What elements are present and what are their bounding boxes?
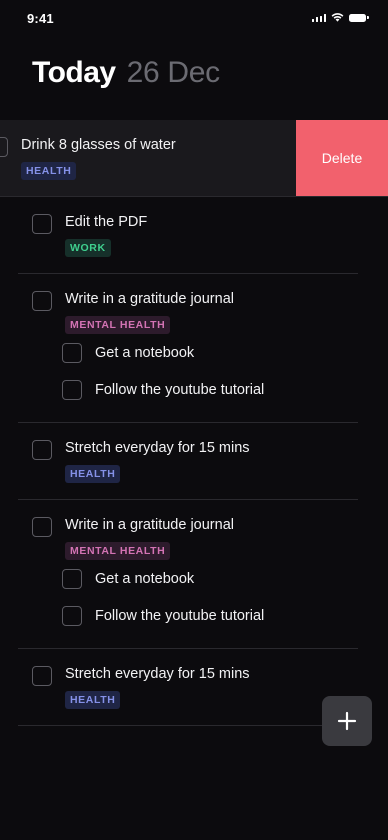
page-header: Today 26 Dec <box>32 56 220 90</box>
task-main: Stretch everyday for 15 mins HEALTH <box>18 423 358 499</box>
page-date: 26 Dec <box>126 56 221 89</box>
task-title: Write in a gratitude journal <box>65 517 234 533</box>
task-item[interactable]: Stretch everyday for 15 mins HEALTH <box>18 423 358 500</box>
task-item[interactable]: Write in a gratitude journal MENTAL HEAL… <box>18 274 358 423</box>
task-main: Edit the PDF WORK <box>18 197 358 273</box>
task-checkbox[interactable] <box>32 291 52 311</box>
delete-button[interactable]: Delete <box>296 120 388 196</box>
subtask-checkbox[interactable] <box>62 569 82 589</box>
task-tag: HEALTH <box>21 162 77 180</box>
task-item[interactable]: Edit the PDF WORK <box>18 197 358 274</box>
page-title: Today <box>32 56 116 89</box>
task-tag: MENTAL HEALTH <box>65 316 171 334</box>
subtask-list: Get a notebook Follow the youtube tutori… <box>18 336 358 422</box>
task-item[interactable]: Write in a gratitude journal MENTAL HEAL… <box>18 500 358 649</box>
signal-icon <box>311 13 326 22</box>
wifi-icon <box>331 13 344 22</box>
swiped-task-row[interactable]: Drink 8 glasses of water HEALTH Delete <box>0 120 388 196</box>
subtask-title: Get a notebook <box>95 345 195 361</box>
task-checkbox[interactable] <box>32 214 52 234</box>
task-main: Stretch everyday for 15 mins HEALTH <box>18 649 358 725</box>
task-list: Drink 8 glasses of water HEALTH Delete E… <box>0 120 388 726</box>
subtask-checkbox[interactable] <box>62 343 82 363</box>
task-title: Edit the PDF <box>65 214 148 230</box>
task-checkbox[interactable] <box>32 666 52 686</box>
subtask-item[interactable]: Get a notebook <box>18 336 358 373</box>
task-title: Drink 8 glasses of water <box>21 137 176 153</box>
subtask-title: Follow the youtube tutorial <box>95 608 265 624</box>
task-checkbox[interactable] <box>0 137 8 157</box>
subtask-checkbox[interactable] <box>62 380 82 400</box>
task-tag: WORK <box>65 239 111 257</box>
status-icons <box>311 13 369 22</box>
battery-icon <box>349 13 369 22</box>
subtask-item[interactable]: Get a notebook <box>18 562 358 599</box>
subtask-title: Get a notebook <box>95 571 195 587</box>
task-checkbox[interactable] <box>32 440 52 460</box>
subtask-item[interactable]: Follow the youtube tutorial <box>18 373 358 410</box>
add-task-button[interactable] <box>322 696 372 746</box>
status-bar: 9:41 <box>0 0 388 36</box>
task-title: Write in a gratitude journal <box>65 291 234 307</box>
task-tag: HEALTH <box>65 465 121 483</box>
swiped-task-content[interactable]: Drink 8 glasses of water HEALTH <box>0 120 296 196</box>
task-checkbox[interactable] <box>32 517 52 537</box>
subtask-checkbox[interactable] <box>62 606 82 626</box>
task-tag: MENTAL HEALTH <box>65 542 171 560</box>
task-title: Stretch everyday for 15 mins <box>65 666 250 682</box>
status-time: 9:41 <box>27 11 54 26</box>
task-item[interactable]: Stretch everyday for 15 mins HEALTH <box>18 649 358 726</box>
task-title: Stretch everyday for 15 mins <box>65 440 250 456</box>
task-tag: HEALTH <box>65 691 121 709</box>
app-screen: 9:41 Today 26 Dec Drink 8 glasses of wat… <box>0 0 388 840</box>
subtask-list: Get a notebook Follow the youtube tutori… <box>18 562 358 648</box>
subtask-item[interactable]: Follow the youtube tutorial <box>18 599 358 636</box>
plus-icon <box>337 711 357 731</box>
subtask-title: Follow the youtube tutorial <box>95 382 265 398</box>
